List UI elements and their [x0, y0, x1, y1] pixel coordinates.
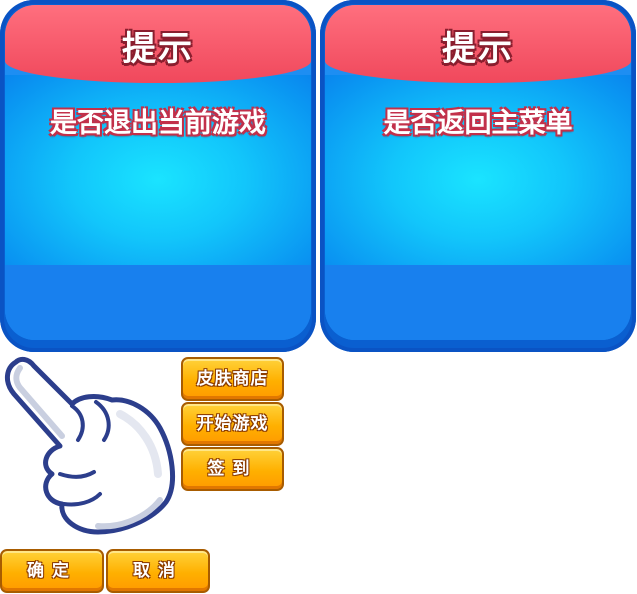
dialog-title: 提示 — [442, 29, 514, 69]
dialog-message: 是否返回主菜单 — [383, 108, 573, 139]
confirm-button[interactable]: 确定 — [0, 549, 104, 593]
sign-in-button[interactable]: 签到 — [181, 447, 284, 491]
dialog-footer — [325, 265, 631, 340]
start-game-button[interactable]: 开始游戏 — [181, 402, 284, 446]
dialog-footer — [5, 265, 311, 340]
dialog-header: 提示 — [5, 5, 311, 83]
dialog-title: 提示 — [122, 29, 194, 69]
pointing-hand-icon — [5, 356, 176, 535]
dialog-frame: 提示 是否退出当前游戏 — [5, 5, 311, 340]
skin-shop-button[interactable]: 皮肤商店 — [181, 357, 284, 401]
dialog-header: 提示 — [325, 5, 631, 83]
exit-game-dialog: 提示 是否退出当前游戏 — [0, 0, 316, 352]
return-menu-dialog: 提示 是否返回主菜单 — [320, 0, 636, 352]
dialog-message: 是否退出当前游戏 — [50, 108, 266, 139]
dialog-frame: 提示 是否返回主菜单 — [325, 5, 631, 340]
cancel-button[interactable]: 取消 — [106, 549, 210, 593]
